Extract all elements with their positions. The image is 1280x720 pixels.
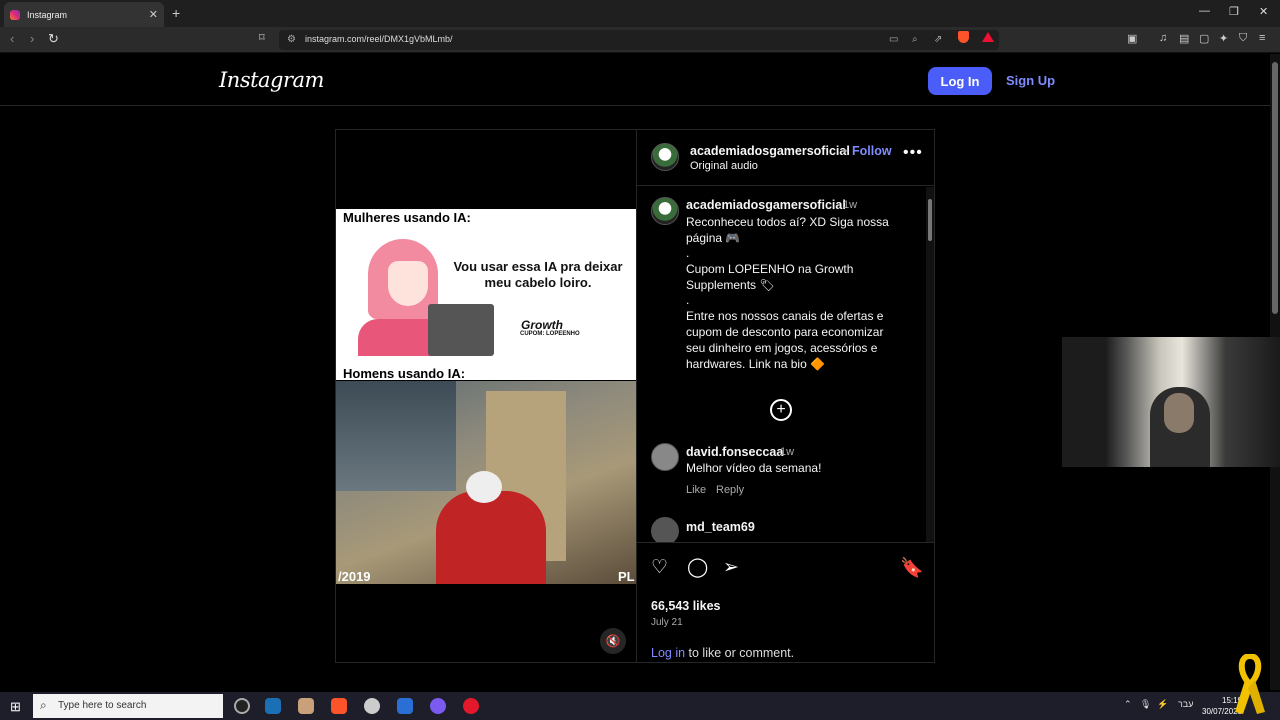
caption-avatar[interactable] <box>651 197 679 225</box>
caption-username[interactable]: academiadosgamersoficial <box>686 198 846 212</box>
comment-time: 1w <box>780 446 795 458</box>
anime-girl-illustration <box>358 239 448 356</box>
restore-button[interactable]: ❐ <box>1229 5 1239 18</box>
caption-time: 1w <box>843 199 858 211</box>
video-watermark: PL <box>618 569 635 584</box>
address-bar[interactable]: ⚙ instagram.com/reel/DMX1gVbMLmb/ ▭ ⌕ ⇗ <box>279 30 999 50</box>
growth-logo: Growth <box>521 318 563 332</box>
reel-post: Mulheres usando IA: Vou usar essa IA pra… <box>335 129 935 663</box>
commenter-avatar[interactable] <box>651 517 679 542</box>
tab-instagram[interactable]: Instagram ✕ <box>4 2 164 27</box>
url-text[interactable]: instagram.com/reel/DMX1gVbMLmb/ <box>305 34 453 44</box>
comment-username[interactable]: md_team69 <box>686 520 755 534</box>
sidebar-toggle-icon[interactable]: ▣ <box>1127 32 1137 45</box>
site-info-icon[interactable]: ⚙ <box>287 34 296 45</box>
webcam-overlay <box>1062 337 1280 467</box>
meme-speech: Vou usar essa IA pra deixar meu cabelo l… <box>453 259 623 290</box>
discord-icon[interactable] <box>430 698 446 714</box>
brave-rewards-icon[interactable] <box>982 32 994 42</box>
instagram-header: Instagram Log In Sign Up <box>0 54 1270 106</box>
steam-icon[interactable] <box>265 698 281 714</box>
follow-separator: • <box>843 144 848 158</box>
browser-toolbar: ‹ › ↻ ⌑ ⚙ instagram.com/reel/DMX1gVbMLmb… <box>0 27 1280 53</box>
video-timestamp: /2019 <box>338 569 371 584</box>
instagram-logo[interactable]: Instagram <box>219 68 324 92</box>
comment-reply-button[interactable]: Reply <box>716 484 744 496</box>
comment-text: Melhor vídeo da semana! <box>686 461 822 475</box>
app-icon[interactable] <box>234 698 250 714</box>
comments-scrollbar[interactable] <box>926 187 934 542</box>
tray-arrow-icon[interactable]: ⌃ <box>1124 699 1132 710</box>
brave-shields-icon[interactable] <box>958 31 969 43</box>
new-tab-button[interactable]: + <box>172 5 180 21</box>
windows-start-icon[interactable]: ⊞ <box>10 699 21 715</box>
post-author-header: academiadosgamersoficial • Follow Origin… <box>637 130 935 186</box>
meme-bottom-title: Homens usando IA: <box>343 366 466 381</box>
login-to-comment: Log in to like or comment. <box>651 646 795 660</box>
growth-coupon: CUPOM: LOPEENHO <box>520 331 580 337</box>
video-frame: /2019 PL <box>336 381 636 584</box>
app-icon[interactable] <box>397 698 413 714</box>
commenter-avatar[interactable] <box>651 443 679 471</box>
menu-icon[interactable]: ≡ <box>1259 32 1265 44</box>
comment-username[interactable]: david.fonseccaa <box>686 445 783 459</box>
minimize-button[interactable]: — <box>1199 5 1210 17</box>
login-button[interactable]: Log In <box>928 67 992 95</box>
forward-icon[interactable]: › <box>30 31 34 46</box>
back-icon[interactable]: ‹ <box>10 31 14 46</box>
comments-section[interactable]: academiadosgamersoficial 1w Reconheceu t… <box>637 187 935 542</box>
load-more-comments-icon[interactable]: + <box>770 399 792 421</box>
more-options-icon[interactable]: ••• <box>903 144 923 162</box>
reload-icon[interactable]: ↻ <box>48 31 59 47</box>
brave-icon[interactable] <box>331 698 347 714</box>
post-actions: ♡ ◯ ➢ 🔖 66,543 likes July 21 Log in to l… <box>637 542 935 662</box>
close-window-button[interactable]: ✕ <box>1259 5 1268 18</box>
reel-video[interactable]: Mulheres usando IA: Vou usar essa IA pra… <box>336 130 636 662</box>
wallet-icon[interactable]: ▢ <box>1199 32 1209 45</box>
meme-top-title: Mulheres usando IA: <box>343 210 471 225</box>
comment-icon[interactable]: ◯ <box>687 556 708 579</box>
windows-taskbar: ⊞ ⌕ Type here to search ⌃ 🎙 ⚡ עבר 15:19 … <box>0 692 1280 720</box>
caption-text: Reconheceu todos aí? XD Siga nossa págin… <box>686 215 889 371</box>
like-icon[interactable]: ♡ <box>651 556 668 579</box>
save-icon[interactable]: 🔖 <box>900 556 924 580</box>
network-icon[interactable]: ⚡ <box>1157 699 1168 710</box>
original-audio-link[interactable]: Original audio <box>690 160 758 172</box>
yellow-ribbon-icon <box>1235 654 1265 714</box>
reading-list-icon[interactable]: ▤ <box>1179 32 1189 45</box>
share-icon[interactable]: ➢ <box>723 556 739 579</box>
taskbar-search[interactable]: ⌕ Type here to search <box>33 694 223 718</box>
mute-icon[interactable]: 🔇 <box>600 628 626 654</box>
comment-like-button[interactable]: Like <box>686 484 706 496</box>
follow-button[interactable]: Follow <box>852 144 892 158</box>
app-icon[interactable] <box>364 698 380 714</box>
language-indicator[interactable]: עבר <box>1178 699 1193 709</box>
cast-icon[interactable]: ▭ <box>889 34 898 45</box>
post-sidebar: academiadosgamersoficial • Follow Origin… <box>636 130 935 662</box>
zoom-icon[interactable]: ⌕ <box>912 34 918 45</box>
laptop-illustration <box>428 304 494 356</box>
opera-icon[interactable] <box>463 698 479 714</box>
login-link[interactable]: Log in <box>651 646 685 660</box>
signup-link[interactable]: Sign Up <box>1006 73 1055 88</box>
bookmark-icon[interactable]: ⌑ <box>259 31 265 44</box>
search-icon: ⌕ <box>40 698 47 712</box>
meme-image: Mulheres usando IA: Vou usar essa IA pra… <box>336 209 636 381</box>
likes-count[interactable]: 66,543 likes <box>651 599 721 613</box>
microphone-icon[interactable]: 🎙 <box>1140 699 1151 710</box>
leo-ai-icon[interactable]: ✦ <box>1219 32 1228 45</box>
media-icon[interactable]: ♫ <box>1159 32 1167 44</box>
instagram-favicon-icon <box>10 9 20 20</box>
share-icon[interactable]: ⇗ <box>934 34 942 45</box>
search-placeholder: Type here to search <box>58 700 147 711</box>
vpn-icon[interactable]: ⛉ <box>1239 32 1247 45</box>
tab-close-icon[interactable]: ✕ <box>149 8 158 21</box>
tab-title: Instagram <box>27 9 68 20</box>
app-icon[interactable] <box>298 698 314 714</box>
author-username[interactable]: academiadosgamersoficial <box>690 144 850 158</box>
browser-tab-bar: Instagram ✕ + — ❐ ✕ <box>0 0 1280 27</box>
post-date: July 21 <box>651 617 683 628</box>
author-avatar[interactable] <box>651 143 679 171</box>
